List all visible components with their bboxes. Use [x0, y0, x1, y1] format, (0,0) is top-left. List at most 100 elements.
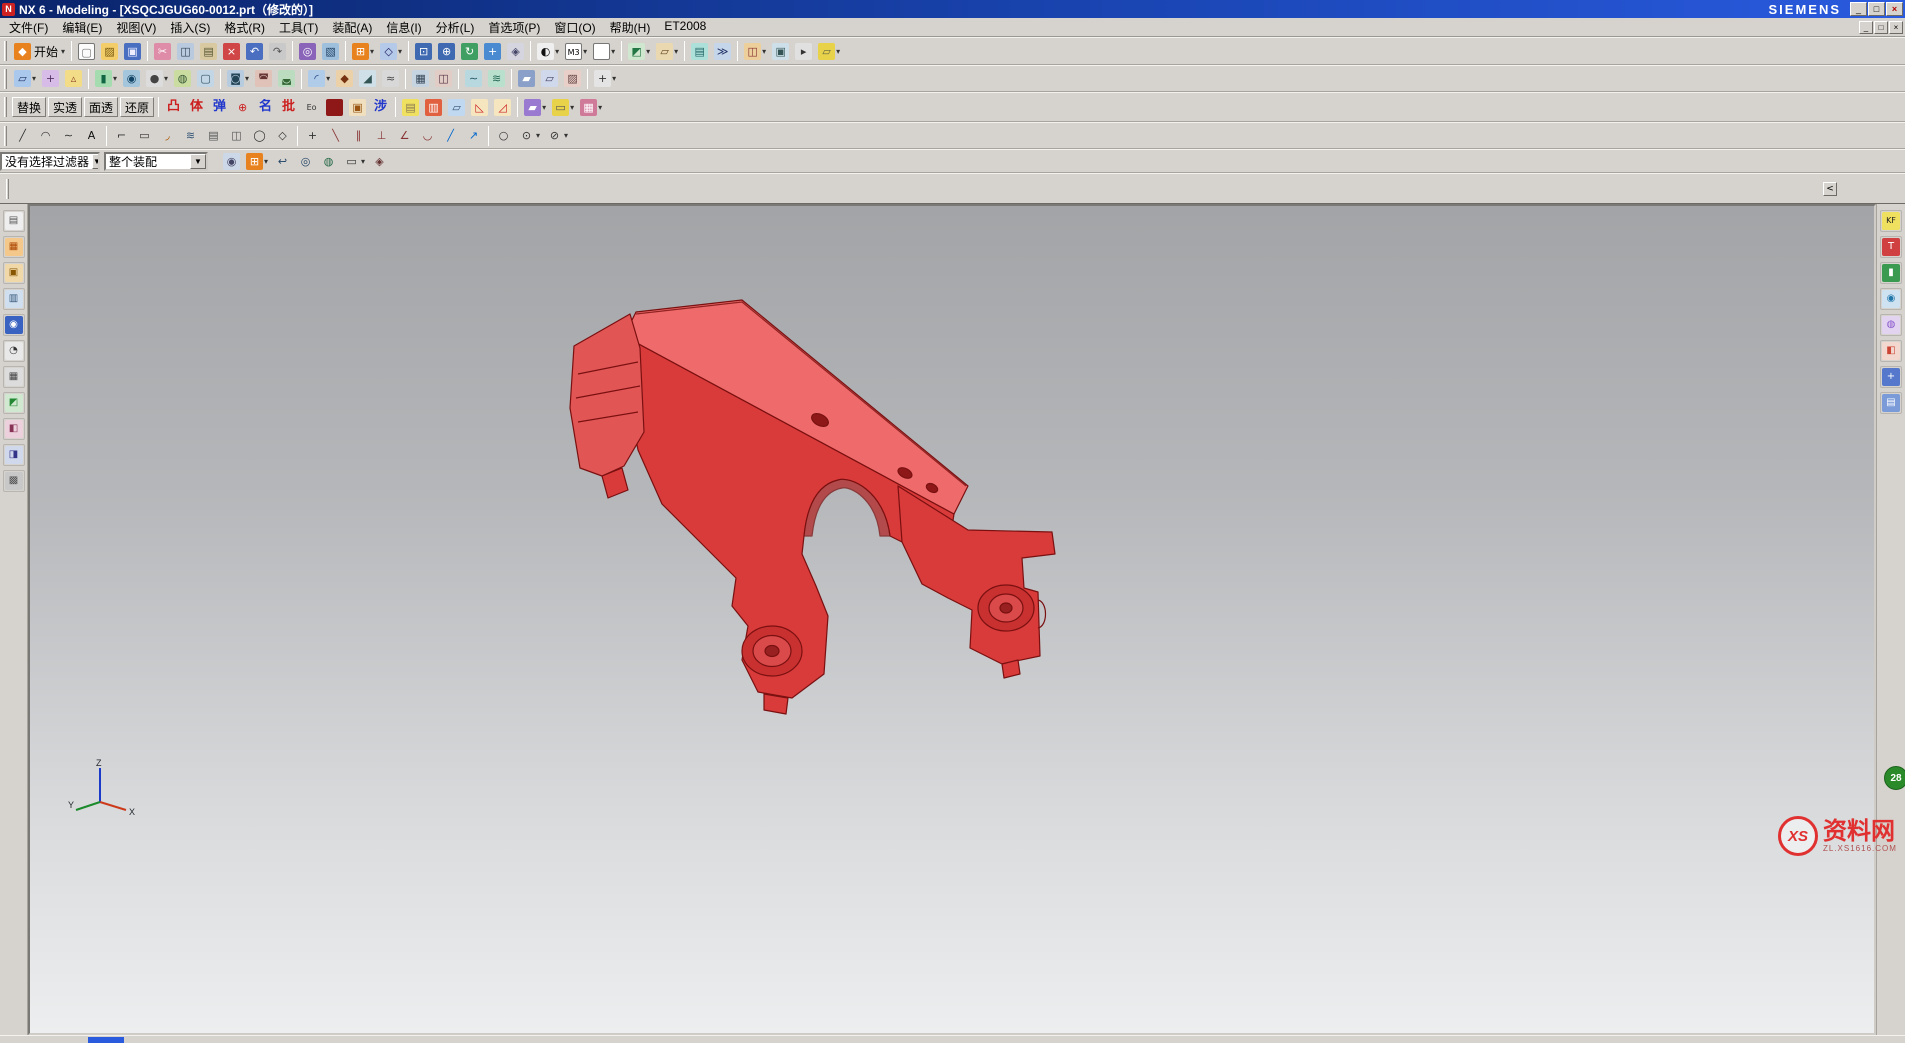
delete-icon[interactable]: × — [221, 41, 242, 62]
dropdown-arrow-icon[interactable]: ▾ — [564, 131, 568, 140]
pattern-curve-tool-icon[interactable]: ▤ — [203, 125, 224, 146]
menu-et2008[interactable]: ET2008 — [657, 18, 713, 37]
dropdown-arrow-icon[interactable]: ▾ — [370, 47, 374, 56]
subtract-icon[interactable]: ◚ — [253, 68, 274, 89]
replace-reference-set-button[interactable]: 替换 — [12, 97, 46, 117]
nx-app-icon[interactable]: N — [2, 3, 15, 16]
operation-navigator-tab[interactable]: ▥ — [3, 288, 25, 310]
pushpin-tab[interactable]: + — [1880, 366, 1902, 388]
fillet-tool-icon[interactable]: ◞ — [157, 125, 178, 146]
through-curves-icon[interactable]: ≋ — [486, 68, 507, 89]
open-file-icon[interactable]: ▨ — [99, 41, 120, 62]
roles-tab[interactable]: ◨ — [3, 444, 25, 466]
spring-macro-icon[interactable]: 弹 — [209, 97, 230, 118]
replace-face-icon[interactable]: ▨ — [562, 68, 583, 89]
menu-preferences[interactable]: 首选项(P) — [481, 18, 547, 37]
model-right-foot[interactable] — [898, 486, 1055, 664]
rotate-view-icon[interactable]: ↻ — [459, 41, 480, 62]
toolbar-drag-handle[interactable] — [4, 41, 7, 61]
extend-tool-icon[interactable]: ↗ — [463, 125, 484, 146]
system-scenes-tab[interactable]: ▩ — [3, 470, 25, 492]
dropdown-arrow-icon[interactable]: ▼ — [190, 154, 206, 169]
menu-format[interactable]: 格式(R) — [217, 18, 272, 37]
ellipse-tool-icon[interactable]: ◯ — [249, 125, 270, 146]
start-menu-button-icon[interactable]: ◆开始▾ — [12, 41, 67, 62]
parallel-constraint-tool-icon[interactable]: ∥ — [348, 125, 369, 146]
menu-insert[interactable]: 插入(S) — [163, 18, 217, 37]
rectangle-tool-icon[interactable]: ▭ — [134, 125, 155, 146]
batch-macro-icon[interactable]: 批 — [278, 97, 299, 118]
body-macro-icon[interactable]: 体 — [186, 97, 207, 118]
orient-view-icon[interactable]: ◇▾ — [378, 41, 404, 62]
touch-mode-icon[interactable]: ▧ — [320, 41, 341, 62]
kf-navigator-tab[interactable]: KF — [1880, 210, 1902, 232]
selection-filter-select[interactable]: 没有选择过滤器 ▼ — [0, 152, 100, 171]
text-tool-icon[interactable]: A — [81, 125, 102, 146]
edge-blend-icon[interactable]: ◜▾ — [306, 68, 332, 89]
dropdown-arrow-icon[interactable]: ▾ — [61, 47, 65, 56]
layers-tab[interactable]: ▤ — [1880, 392, 1902, 414]
mount-macro-icon[interactable]: 凸 — [163, 97, 184, 118]
extrude-icon[interactable]: ▮▾ — [93, 68, 119, 89]
process-studio-tab[interactable]: ◩ — [3, 392, 25, 414]
highlight-toggle-icon[interactable]: ◍ — [318, 151, 339, 172]
pan-view-icon[interactable]: + — [482, 41, 503, 62]
ruler-icon[interactable]: ▱▾ — [816, 41, 842, 62]
dropdown-arrow-icon[interactable]: ▾ — [536, 131, 540, 140]
unite-icon[interactable]: ◙▾ — [225, 68, 251, 89]
thread-icon[interactable]: ≈ — [380, 68, 401, 89]
circle-tool-icon[interactable]: ○ — [493, 125, 514, 146]
draft-icon[interactable]: ◢ — [357, 68, 378, 89]
close-button[interactable]: × — [1886, 2, 1903, 16]
dropdown-arrow-icon[interactable]: ▾ — [646, 47, 650, 56]
solid-transparency-button[interactable]: 实透 — [48, 97, 82, 117]
taskbar-button-fragment[interactable] — [88, 1037, 124, 1043]
dropdown-arrow-icon[interactable]: ▾ — [264, 157, 268, 166]
assembly-constraints-icon[interactable]: ▤ — [689, 41, 710, 62]
menu-edit[interactable]: 编辑(E) — [55, 18, 109, 37]
triangle-ruler-tool-icon[interactable]: ◺ — [469, 97, 490, 118]
dropdown-arrow-icon[interactable]: ▾ — [555, 47, 559, 56]
save-icon[interactable]: ▣ — [122, 41, 143, 62]
move-face-icon[interactable]: ▰ — [516, 68, 537, 89]
shell-icon[interactable]: ▢ — [195, 68, 216, 89]
previous-selection-icon[interactable]: ↩ — [272, 151, 293, 172]
command-finder-icon[interactable]: ◎ — [297, 41, 318, 62]
dropdown-arrow-icon[interactable]: ▾ — [113, 74, 117, 83]
mirror-curve-tool-icon[interactable]: ◫ — [226, 125, 247, 146]
toolbar-drag-handle[interactable] — [4, 126, 7, 146]
purple-box-tool-icon[interactable]: ▰▾ — [522, 97, 548, 118]
datum-csys-icon[interactable]: + — [40, 68, 61, 89]
mdi-maximize-button[interactable]: □ — [1874, 21, 1888, 34]
mdi-close-button[interactable]: × — [1889, 21, 1903, 34]
menu-analysis[interactable]: 分析(L) — [429, 18, 482, 37]
line-tool-icon[interactable]: ╱ — [12, 125, 33, 146]
offset-region-icon[interactable]: ▱ — [539, 68, 560, 89]
quickpick-icon[interactable]: ◈ — [369, 151, 390, 172]
quick-trim-tool-icon[interactable]: ╱ — [440, 125, 461, 146]
show-and-hide-icon[interactable]: ◩▾ — [626, 41, 652, 62]
move-object-icon[interactable]: ▱▾ — [654, 41, 680, 62]
tangent-constraint-tool-icon[interactable]: ◡ — [417, 125, 438, 146]
dropdown-arrow-icon[interactable]: ▼ — [92, 154, 100, 169]
dock-drag-handle[interactable] — [6, 179, 9, 199]
intersect-icon[interactable]: ◛ — [276, 68, 297, 89]
constraint-navigator-tab[interactable]: ▦ — [3, 236, 25, 258]
notification-badge[interactable]: 28 — [1884, 766, 1905, 790]
background-color-icon[interactable]: ▾ — [591, 41, 617, 62]
dropdown-arrow-icon[interactable]: ▾ — [32, 74, 36, 83]
menu-tools[interactable]: 工具(T) — [272, 18, 325, 37]
perspective-view-icon[interactable]: ◈ — [505, 41, 526, 62]
graphics-window[interactable]: Z X Y — [28, 204, 1876, 1035]
layer-yellow-tool-icon[interactable]: ▤ — [400, 97, 421, 118]
hole-icon[interactable]: ●▾ — [144, 68, 170, 89]
swept-icon[interactable]: ∼ — [463, 68, 484, 89]
rendering-style-icon[interactable]: ◐▾ — [535, 41, 561, 62]
dropdown-arrow-icon[interactable]: ▾ — [612, 74, 616, 83]
dropdown-arrow-icon[interactable]: ▾ — [164, 74, 168, 83]
rectangle-selection-icon[interactable]: ▭▾ — [341, 151, 367, 172]
sketch-task-icon[interactable]: ▵ — [63, 68, 84, 89]
spheres-tab[interactable]: ◉ — [1880, 288, 1902, 310]
dropdown-arrow-icon[interactable]: ▾ — [611, 47, 615, 56]
paste-icon[interactable]: ▤ — [198, 41, 219, 62]
